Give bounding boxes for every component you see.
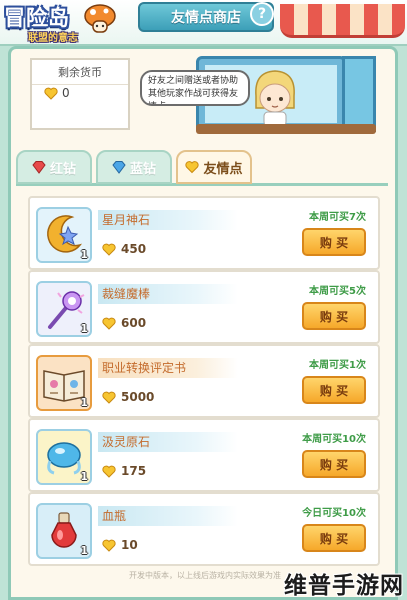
currency-tabs: 红钻 蓝钻 友情点 <box>16 150 388 186</box>
mushroom-mascot-icon <box>84 4 116 33</box>
item-price-row: 175 <box>102 464 146 478</box>
item-count: 1 <box>80 322 88 335</box>
buy-button[interactable]: 购 买 <box>302 524 366 552</box>
currency-box: 剩余货币 0 <box>30 58 130 130</box>
item-count: 1 <box>80 470 88 483</box>
item-name: 血瓶 <box>98 506 238 526</box>
buy-button[interactable]: 购 买 <box>302 228 366 256</box>
heart-icon <box>102 317 116 330</box>
logo-title: 冒险岛 <box>4 6 70 30</box>
item-price-row: 450 <box>102 242 146 256</box>
list-item: 1 汲灵原石 175 本周可买10次 购 买 <box>28 418 380 492</box>
top-bar: 冒险岛 联盟的意志 友情点商店 ? <box>0 0 407 46</box>
npc-counter <box>196 124 376 134</box>
item-price: 10 <box>121 538 138 552</box>
tab-red-diamond[interactable]: 红钻 <box>16 150 92 184</box>
item-icon-frame: 1 <box>36 281 92 337</box>
item-price: 600 <box>121 316 147 330</box>
purchase-limit: 本周可买1次 <box>309 360 366 371</box>
list-item: 1 职业转换评定书 5000 本周可买1次 购 买 <box>28 344 380 418</box>
buy-button[interactable]: 购 买 <box>302 376 366 404</box>
help-icon: ? <box>257 6 267 22</box>
item-price: 450 <box>121 242 147 256</box>
currency-label: 剩余货币 <box>32 64 128 85</box>
list-item: 1 血瓶 10 今日可买10次 购 买 <box>28 492 380 566</box>
purchase-limit: 今日可买10次 <box>302 508 366 519</box>
item-name: 星月神石 <box>98 210 238 230</box>
list-item: 1 星月神石 450 本周可买7次 购 买 <box>28 196 380 270</box>
item-icon-frame: 1 <box>36 355 92 411</box>
tab-blue-diamond[interactable]: 蓝钻 <box>96 150 172 184</box>
item-icon-frame: 1 <box>36 207 92 263</box>
item-price: 175 <box>121 464 147 478</box>
red-diamond-icon <box>32 161 46 174</box>
tab-label: 友情点 <box>203 161 243 177</box>
tab-label: 红钻 <box>49 161 76 177</box>
item-list: 1 星月神石 450 本周可买7次 购 买 1 裁缝魔棒 600 本周可买5次 … <box>28 190 380 566</box>
help-button[interactable]: ? <box>250 2 274 26</box>
item-icon-frame: 1 <box>36 503 92 559</box>
heart-icon <box>102 391 116 404</box>
item-count: 1 <box>80 544 88 557</box>
shop-title: 友情点商店 <box>171 10 241 26</box>
item-icon-frame: 1 <box>36 429 92 485</box>
buy-button[interactable]: 购 买 <box>302 302 366 330</box>
item-name: 裁缝魔棒 <box>98 284 238 304</box>
item-count: 1 <box>80 248 88 261</box>
item-name: 职业转换评定书 <box>98 358 238 378</box>
purchase-limit: 本周可买5次 <box>309 286 366 297</box>
window-shutter <box>342 56 376 132</box>
blue-diamond-icon <box>112 161 126 174</box>
item-price-row: 10 <box>102 538 138 552</box>
heart-icon <box>102 539 116 552</box>
purchase-limit: 本周可买7次 <box>309 212 366 223</box>
heart-icon <box>185 161 200 174</box>
item-price-row: 5000 <box>102 390 154 404</box>
shop-awning <box>280 4 405 38</box>
npc-character-icon <box>255 70 295 126</box>
heart-icon <box>44 87 58 100</box>
item-price-row: 600 <box>102 316 146 330</box>
purchase-limit: 本周可买10次 <box>302 434 366 445</box>
npc-speech-bubble: 好友之间赠送或者协助其他玩家作战可获得友情点 <box>140 70 250 106</box>
tab-label: 蓝钻 <box>129 161 156 177</box>
logo-subtitle: 联盟的意志 <box>28 33 78 44</box>
site-watermark: 维普手游网 <box>284 573 404 599</box>
item-count: 1 <box>80 396 88 409</box>
item-name: 汲灵原石 <box>98 432 238 452</box>
heart-icon <box>102 465 116 478</box>
game-logo: 冒险岛 联盟的意志 <box>4 2 116 48</box>
currency-amount-row: 0 <box>44 86 70 100</box>
buy-button[interactable]: 购 买 <box>302 450 366 478</box>
list-item: 1 裁缝魔棒 600 本周可买5次 购 买 <box>28 270 380 344</box>
currency-amount: 0 <box>62 86 70 100</box>
tab-friendship-points[interactable]: 友情点 <box>176 150 252 184</box>
heart-icon <box>102 243 116 256</box>
item-price: 5000 <box>121 390 155 404</box>
